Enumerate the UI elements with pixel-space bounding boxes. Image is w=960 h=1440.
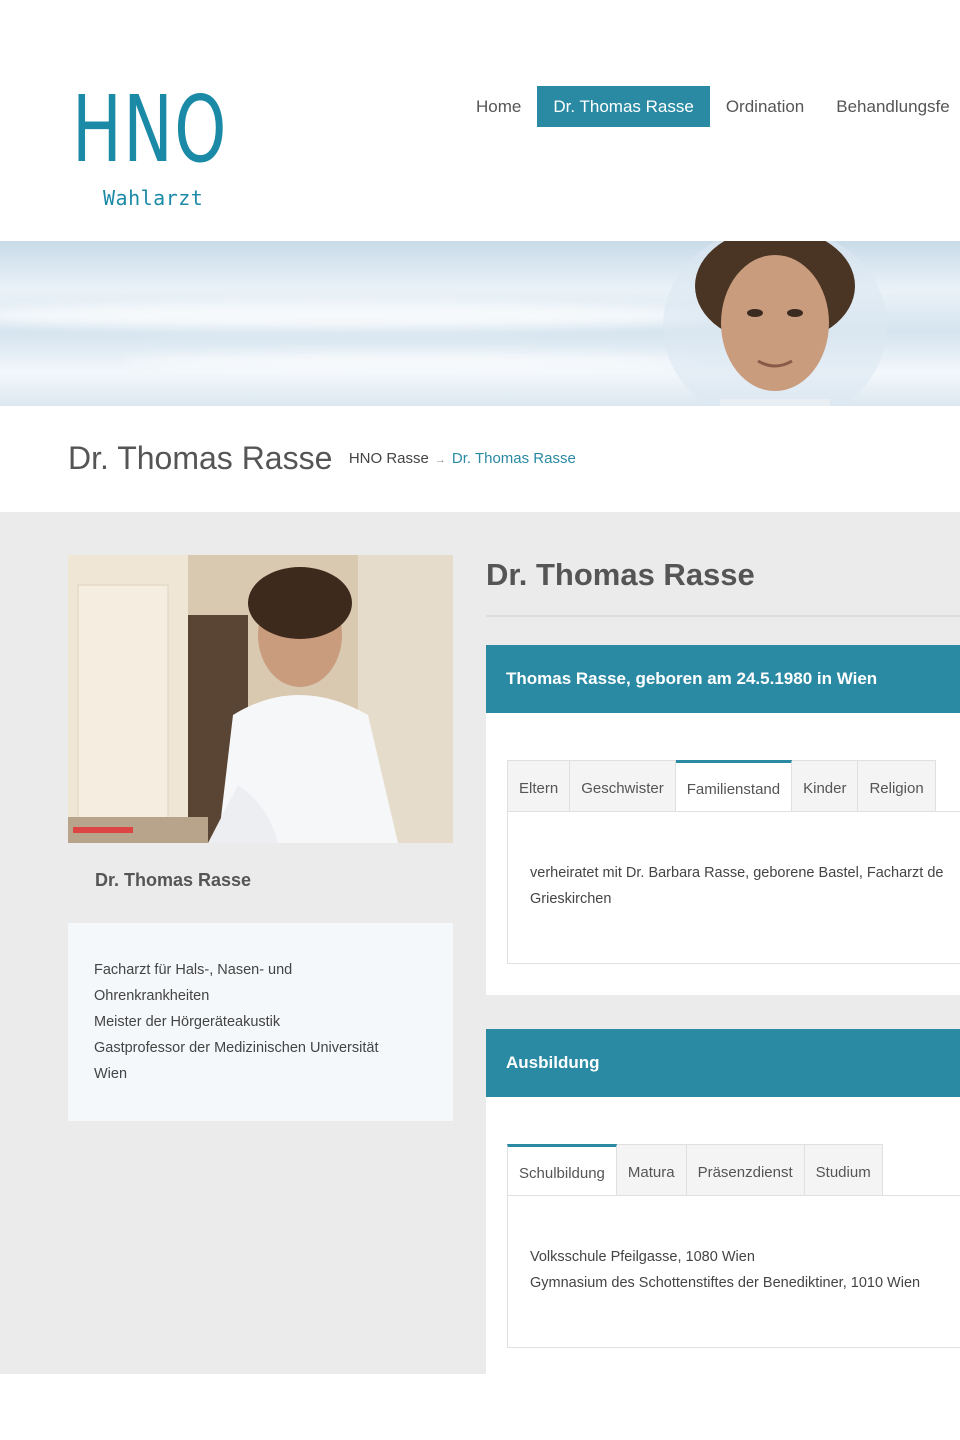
logo-subtitle: Wahlarzt xyxy=(103,186,204,210)
sidebar-line: Facharzt für Hals-, Nasen- und xyxy=(94,962,293,978)
tab-religion[interactable]: Religion xyxy=(858,760,936,812)
breadcrumb-separator: → xyxy=(434,454,446,466)
panel-heading: Thomas Rasse, geboren am 24.5.1980 in Wi… xyxy=(486,645,960,713)
doctor-portrait-image xyxy=(663,241,887,406)
banner-cloud xyxy=(120,353,700,371)
nav-ordination[interactable]: Ordination xyxy=(710,86,820,127)
sidebar-info-box: Facharzt für Hals-, Nasen- und Ohrenkran… xyxy=(68,923,453,1121)
tab-geschwister[interactable]: Geschwister xyxy=(570,760,676,812)
divider xyxy=(486,615,960,617)
panel-heading: Ausbildung xyxy=(486,1029,960,1097)
tab-content: verheiratet mit Dr. Barbara Rasse, gebor… xyxy=(507,811,960,964)
tab-list: Eltern Geschwister Familienstand Kinder … xyxy=(507,760,936,812)
content-line: verheiratet mit Dr. Barbara Rasse, gebor… xyxy=(530,865,944,881)
tab-praesenzdienst[interactable]: Präsenzdienst xyxy=(686,1144,805,1196)
page-title: Dr. Thomas Rasse xyxy=(68,440,333,476)
tab-studium[interactable]: Studium xyxy=(804,1144,883,1196)
sidebar-line: Ohrenkrankheiten xyxy=(94,988,210,1004)
nav-dr-thomas-rasse[interactable]: Dr. Thomas Rasse xyxy=(537,86,710,127)
tab-schulbildung[interactable]: Schulbildung xyxy=(507,1144,617,1196)
sidebar-description: Facharzt für Hals-, Nasen- und Ohrenkran… xyxy=(94,957,424,1087)
tab-kinder[interactable]: Kinder xyxy=(792,760,859,812)
sidebar-line: Wien xyxy=(94,1066,128,1082)
title-bar: Dr. Thomas Rasse HNO Rasse → Dr. Thomas Ra… xyxy=(68,440,576,477)
main-nav: Home Dr. Thomas Rasse Ordination Behandl… xyxy=(460,86,960,127)
sidebar-name: Dr. Thomas Rasse xyxy=(95,870,252,890)
site-logo[interactable]: HNO Wahlarzt xyxy=(72,84,232,211)
breadcrumb-current: Dr. Thomas Rasse xyxy=(451,450,576,467)
banner-cloud xyxy=(0,303,720,329)
panel-personal: Thomas Rasse, geboren am 24.5.1980 in Wi… xyxy=(486,645,960,995)
main-title: Dr. Thomas Rasse xyxy=(486,557,755,592)
header-banner xyxy=(0,241,960,406)
panel-ausbildung: Ausbildung Schulbildung Matura Präsenzdi… xyxy=(486,1029,960,1374)
nav-home[interactable]: Home xyxy=(460,86,537,127)
sidebar-line: Gastprofessor der Medizinischen Universi… xyxy=(94,1040,379,1056)
content-line: Gymnasium des Schottenstiftes der Benedi… xyxy=(530,1275,921,1291)
tab-familienstand[interactable]: Familienstand xyxy=(675,760,793,812)
tab-matura[interactable]: Matura xyxy=(616,1144,687,1196)
logo-text: HNO xyxy=(72,76,228,183)
tab-content-text: Volksschule Pfeilgasse, 1080 Wien Gymnas… xyxy=(530,1244,920,1296)
sidebar-line: Meister der Hörgeräteakustik xyxy=(94,1014,281,1030)
tab-list: Schulbildung Matura Präsenzdienst Studiu… xyxy=(507,1144,883,1196)
doctor-photo xyxy=(68,555,453,843)
tab-eltern[interactable]: Eltern xyxy=(507,760,571,812)
content-line: Volksschule Pfeilgasse, 1080 Wien xyxy=(530,1249,755,1265)
breadcrumb: HNO Rasse → Dr. Thomas Rasse xyxy=(349,450,576,467)
nav-behandlungsfelder[interactable]: Behandlungsfe xyxy=(820,86,960,127)
breadcrumb-home[interactable]: HNO Rasse xyxy=(349,450,429,467)
tab-content: Volksschule Pfeilgasse, 1080 Wien Gymnas… xyxy=(507,1195,960,1348)
content-line: Grieskirchen xyxy=(530,891,612,907)
tab-content-text: verheiratet mit Dr. Barbara Rasse, gebor… xyxy=(530,860,943,912)
